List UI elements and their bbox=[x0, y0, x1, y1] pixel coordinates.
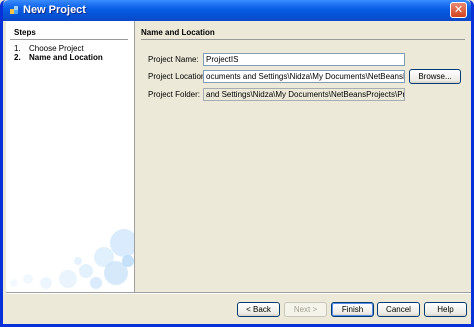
steps-panel: Steps 1. Choose Project 2. Name and Locati… bbox=[6, 21, 135, 292]
window-title: New Project bbox=[23, 4, 86, 16]
netbeans-cube-icon bbox=[10, 6, 18, 14]
project-location-label: Project Location: bbox=[148, 72, 208, 81]
project-folder-label: Project Folder: bbox=[148, 90, 201, 99]
help-button[interactable]: Help bbox=[424, 302, 467, 317]
panel-divider bbox=[141, 39, 465, 40]
close-icon: ✕ bbox=[453, 3, 464, 16]
next-button[interactable]: Next > bbox=[284, 302, 327, 317]
cancel-button[interactable]: Cancel bbox=[377, 302, 420, 317]
steps-heading: Steps bbox=[14, 28, 36, 37]
step-label: Name and Location bbox=[29, 53, 103, 62]
project-name-label: Project Name: bbox=[148, 55, 199, 64]
browse-button[interactable]: Browse... bbox=[409, 69, 461, 84]
step-number: 1. bbox=[14, 44, 21, 53]
project-location-input[interactable]: ocuments and Settings\Nidza\My Documents… bbox=[203, 70, 405, 83]
step-name-and-location: 2. Name and Location bbox=[14, 53, 103, 62]
step-number: 2. bbox=[14, 53, 21, 62]
content-panel: Name and Location Project Name: ProjectI… bbox=[135, 21, 471, 292]
step-choose-project: 1. Choose Project bbox=[14, 44, 84, 53]
steps-divider bbox=[10, 39, 128, 40]
title-bar[interactable]: New Project ✕ bbox=[3, 0, 471, 21]
finish-button[interactable]: Finish bbox=[331, 302, 374, 317]
footer-divider-highlight bbox=[6, 293, 471, 294]
project-name-input[interactable]: ProjectIS bbox=[203, 53, 405, 66]
project-folder-field: and Settings\Nidza\My Documents\NetBeans… bbox=[203, 88, 405, 101]
new-project-window: New Project ✕ Steps 1. Choose Project 2. N… bbox=[0, 0, 474, 327]
back-button[interactable]: < Back bbox=[237, 302, 280, 317]
panel-heading: Name and Location bbox=[141, 28, 215, 37]
step-label: Choose Project bbox=[29, 44, 84, 53]
close-button[interactable]: ✕ bbox=[450, 2, 467, 18]
